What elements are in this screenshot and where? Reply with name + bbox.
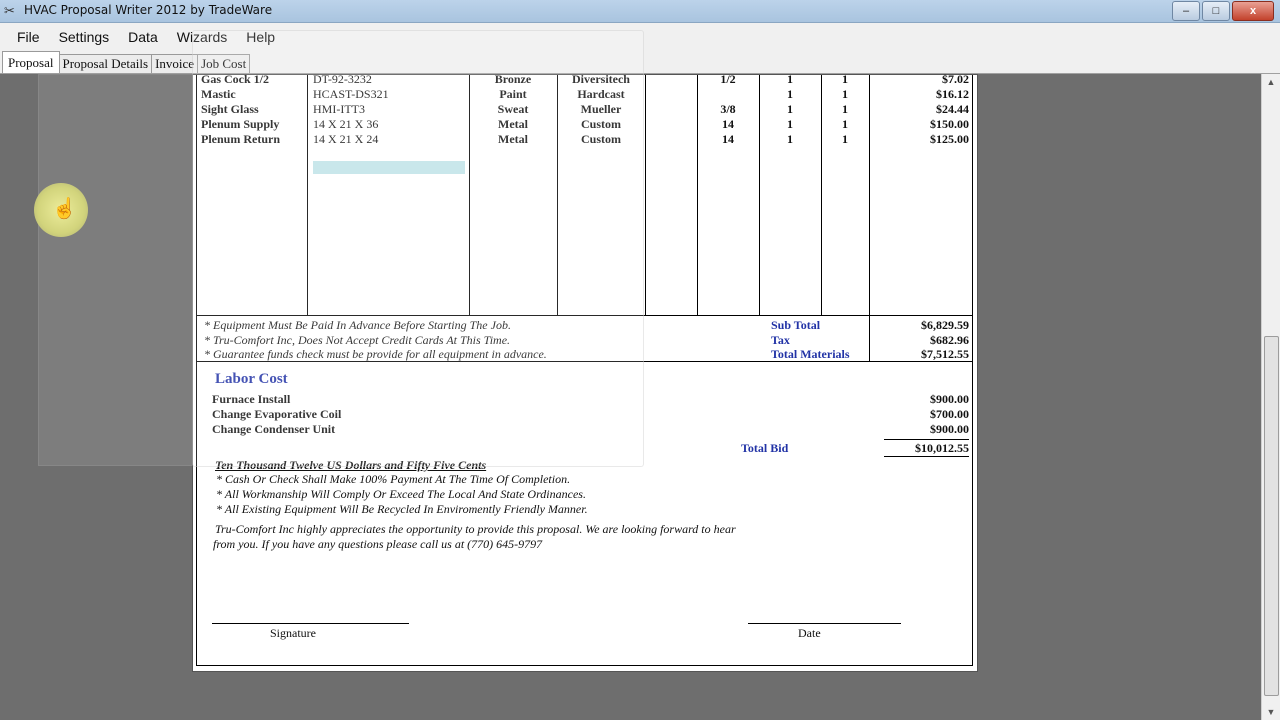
restore-button[interactable]: □ — [1202, 1, 1230, 21]
labor-price: $900.00 — [930, 422, 969, 436]
total-bid-value: $10,012.55 — [915, 441, 969, 455]
item-qty: 1 — [787, 117, 793, 131]
title-bar: ✂ HVAC Proposal Writer 2012 by TradeWare… — [0, 0, 1280, 23]
closing-paragraph: Tru-Comfort Inc highly appreciates the o… — [215, 522, 736, 536]
closing-paragraph: from you. If you have any questions plea… — [213, 537, 543, 551]
total-bid-label: Total Bid — [741, 441, 789, 455]
total-bid-bottom-rule — [884, 456, 969, 457]
menu-file[interactable]: File — [8, 29, 48, 45]
item-qty: 1 — [787, 87, 793, 101]
column-divider — [645, 75, 646, 315]
subtotal-value: $6,829.59 — [921, 318, 969, 332]
window-controls: – □ x — [1170, 1, 1274, 21]
item-qty: 1 — [842, 87, 848, 101]
terms-line: * All Workmanship Will Comply Or Exceed … — [216, 487, 586, 501]
signature-line — [212, 623, 409, 624]
total-materials-label: Total Materials — [771, 347, 850, 361]
item-qty: 1 — [842, 102, 848, 116]
labor-price: $900.00 — [930, 392, 969, 406]
total-bid-top-rule — [884, 439, 969, 440]
hand-cursor-icon: ☝ — [52, 198, 77, 220]
tax-value: $682.96 — [930, 333, 969, 347]
menu-data[interactable]: Data — [119, 29, 166, 45]
date-line — [748, 623, 901, 624]
menu-settings[interactable]: Settings — [50, 29, 118, 45]
item-size: 1/2 — [720, 72, 736, 86]
window-title: HVAC Proposal Writer 2012 by TradeWare — [24, 3, 273, 17]
tab-proposal[interactable]: Proposal — [2, 51, 60, 73]
item-qty: 1 — [842, 72, 848, 86]
minimize-button[interactable]: – — [1172, 1, 1200, 21]
item-price: $125.00 — [930, 132, 969, 146]
terms-line: * All Existing Equipment Will Be Recycle… — [216, 502, 588, 516]
scrollbar-thumb[interactable] — [1264, 336, 1279, 696]
item-qty: 1 — [842, 132, 848, 146]
vertical-scrollbar[interactable]: ▲ ▼ — [1261, 74, 1280, 720]
item-price: $7.02 — [942, 72, 969, 86]
translucent-dialog — [192, 30, 644, 467]
signature-label: Signature — [270, 626, 316, 640]
background-panel — [38, 74, 196, 466]
scroll-down-icon[interactable]: ▼ — [1262, 704, 1280, 720]
item-qty: 1 — [787, 102, 793, 116]
item-price: $16.12 — [936, 87, 969, 101]
scroll-up-icon[interactable]: ▲ — [1262, 74, 1280, 90]
item-size: 3/8 — [720, 102, 736, 116]
item-price: $150.00 — [930, 117, 969, 131]
labor-price: $700.00 — [930, 407, 969, 421]
close-button[interactable]: x — [1232, 1, 1274, 21]
subtotal-label: Sub Total — [771, 318, 821, 332]
item-qty: 1 — [787, 132, 793, 146]
tab-proposal-details[interactable]: Proposal Details — [58, 54, 153, 73]
app-icon: ✂ — [4, 3, 15, 18]
item-size: 14 — [722, 117, 734, 131]
item-price: $24.44 — [936, 102, 969, 116]
item-qty: 1 — [842, 117, 848, 131]
tax-label: Tax — [771, 333, 790, 347]
tab-invoice[interactable]: Invoice — [151, 54, 199, 73]
item-qty: 1 — [787, 72, 793, 86]
total-materials-value: $7,512.55 — [921, 347, 969, 361]
date-label: Date — [798, 626, 821, 640]
terms-line: * Cash Or Check Shall Make 100% Payment … — [216, 472, 571, 486]
item-size: 14 — [722, 132, 734, 146]
